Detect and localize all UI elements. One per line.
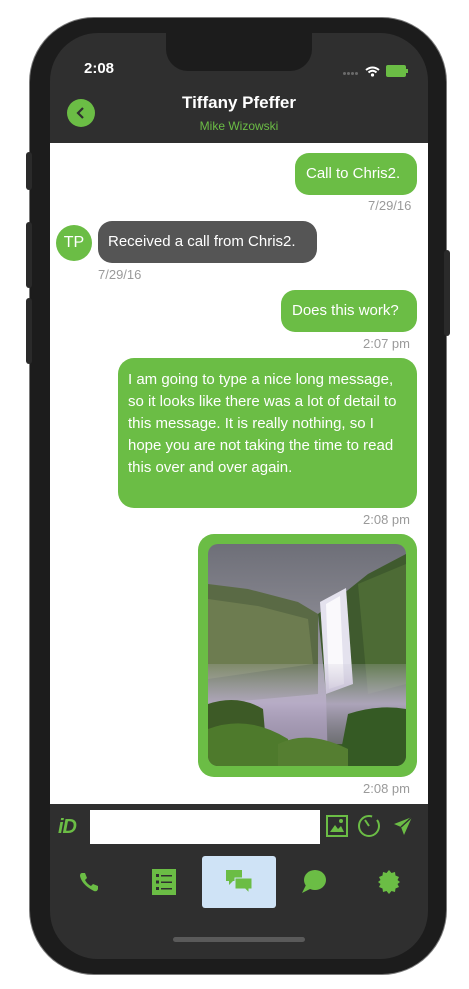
message-text: I am going to type a nice long message, … <box>128 371 397 476</box>
wifi-icon <box>365 66 380 77</box>
volume-down-button <box>26 298 32 364</box>
avatar[interactable]: TP <box>56 225 92 261</box>
message-timestamp: 2:08 pm <box>363 512 410 527</box>
signal-icon <box>343 62 359 80</box>
timer-icon <box>358 815 380 837</box>
message-timestamp: 2:08 pm <box>363 781 410 796</box>
message-bubble-outgoing[interactable]: I am going to type a nice long message, … <box>118 358 417 508</box>
home-indicator[interactable] <box>173 937 305 942</box>
phone-icon <box>80 873 98 892</box>
message-text: Received a call from Chris2. <box>108 233 296 250</box>
message-bubble-outgoing[interactable]: Call to Chris2. <box>295 153 417 195</box>
send-icon <box>394 816 413 835</box>
waterfall-photo[interactable] <box>208 544 406 766</box>
power-button <box>444 250 450 336</box>
message-timestamp: 7/29/16 <box>98 267 142 282</box>
message-bubble-image[interactable] <box>198 534 417 777</box>
chat-header: Tiffany Pfeffer Mike Wizowski <box>50 83 428 141</box>
image-icon <box>326 815 348 837</box>
attach-image-button[interactable] <box>324 813 350 839</box>
message-list[interactable]: Call to Chris2. 7/29/16 TP Received a ca… <box>50 143 428 804</box>
speech-bubble-icon <box>302 870 326 893</box>
tab-contacts-list[interactable] <box>127 856 201 908</box>
message-input-bar: iD <box>50 804 428 850</box>
status-icons <box>343 62 408 80</box>
chat-bubbles-icon <box>226 870 253 895</box>
message-text: Does this work? <box>292 302 399 319</box>
list-icon <box>152 869 176 895</box>
tab-messages[interactable] <box>202 856 276 908</box>
notch <box>166 33 312 71</box>
battery-icon <box>386 65 408 77</box>
tab-bar <box>50 850 428 910</box>
contact-subtitle[interactable]: Mike Wizowski <box>50 119 428 133</box>
mute-switch <box>26 152 32 190</box>
tab-calls[interactable] <box>52 856 126 908</box>
message-timestamp: 2:07 pm <box>363 336 410 351</box>
settings-badge-icon <box>378 870 400 894</box>
send-button[interactable] <box>390 813 416 839</box>
message-input[interactable] <box>90 810 320 844</box>
message-timestamp: 7/29/16 <box>368 198 412 213</box>
message-bubble-incoming[interactable]: Received a call from Chris2. <box>98 221 317 263</box>
tab-chat[interactable] <box>277 856 351 908</box>
timer-button[interactable] <box>356 813 382 839</box>
volume-up-button <box>26 222 32 288</box>
contact-name: Tiffany Pfeffer <box>182 93 296 112</box>
status-time: 2:08 <box>84 60 115 77</box>
message-bubble-outgoing[interactable]: Does this work? <box>281 290 417 332</box>
app-logo: iD <box>58 816 77 838</box>
phone-screen: 2:08 Tiffany Pfeffer Mike Wizowski Call … <box>50 33 428 959</box>
tab-settings[interactable] <box>352 856 426 908</box>
message-text: Call to Chris2. <box>306 165 401 182</box>
